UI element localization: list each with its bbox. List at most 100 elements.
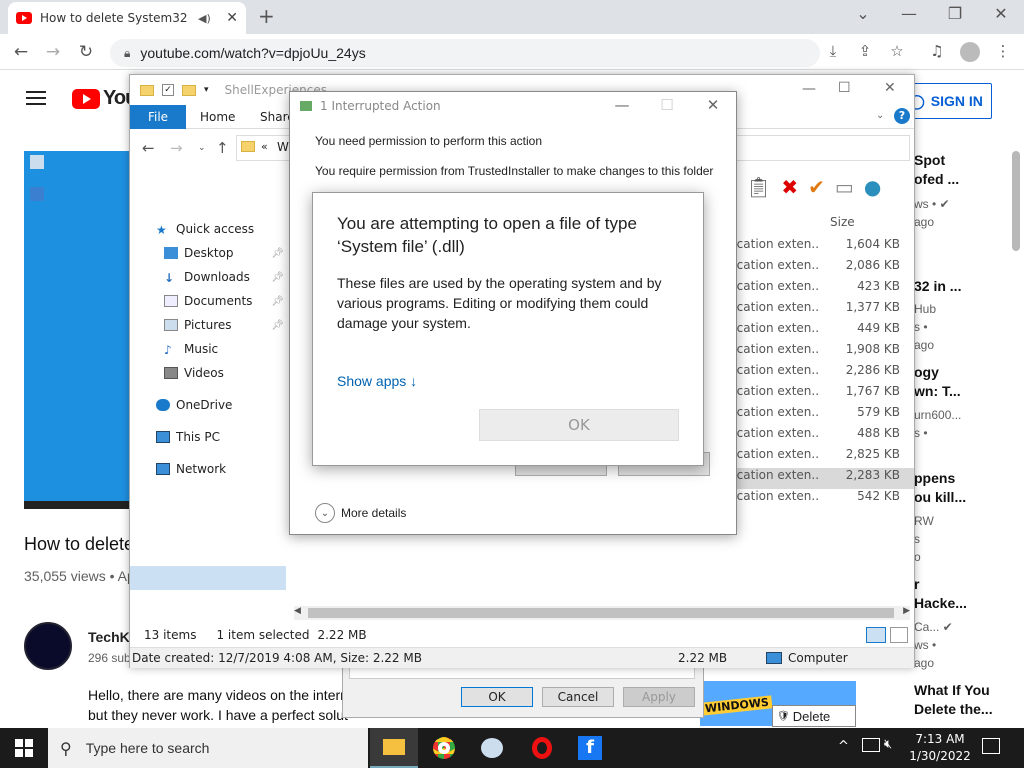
related-video-title[interactable]: What If You Delete the...	[914, 681, 993, 719]
related-video-title[interactable]: ppens ou kill...	[914, 469, 966, 507]
forward-arrow-icon[interactable]: →	[42, 42, 64, 62]
rename-icon[interactable]: ▭	[835, 175, 854, 199]
file-row[interactable]: lication exten... 488 KB	[730, 426, 914, 447]
properties-cancel-button[interactable]: Cancel	[542, 687, 614, 707]
interrupted-close-button[interactable]: ✕	[693, 96, 733, 114]
file-row[interactable]: lication exten... 1,767 KB	[730, 384, 914, 405]
hamburger-menu-icon[interactable]	[26, 91, 46, 105]
new-folder-icon[interactable]	[182, 84, 196, 96]
show-apps-link[interactable]: Show apps ↓	[337, 373, 417, 389]
explorer-minimize-button[interactable]: —	[802, 81, 816, 97]
explorer-maximize-button[interactable]: ☐	[838, 80, 851, 96]
more-details-toggle[interactable]: ⌄ More details	[315, 503, 406, 523]
file-row[interactable]: lication exten... 579 KB	[730, 405, 914, 426]
browser-tab[interactable]: How to delete System32 on ◀) ✕	[8, 2, 246, 34]
quick-access-dropdown-icon[interactable]: ▾	[204, 85, 209, 95]
related-video-title[interactable]: Spot ofed ...	[914, 151, 959, 189]
nav-item-videos[interactable]: Videos	[164, 366, 224, 380]
network-tray-icon[interactable]	[862, 738, 880, 752]
file-row[interactable]: lication exten... 449 KB	[730, 321, 914, 342]
facebook-taskbar-icon[interactable]: f	[566, 728, 614, 768]
explorer-forward-icon[interactable]: →	[170, 139, 183, 157]
video-player[interactable]	[24, 151, 134, 509]
up-arrow-icon[interactable]: ↑	[216, 139, 229, 157]
delete-context-item[interactable]: 🛡︎ Delete	[772, 705, 856, 727]
interrupted-maximize-button[interactable]: ☐	[647, 96, 687, 114]
file-row[interactable]: lication exten... 1,377 KB	[730, 300, 914, 321]
properties-ok-button[interactable]: OK	[461, 687, 533, 707]
media-control-icon[interactable]: ♫	[926, 42, 948, 60]
page-scrollbar[interactable]	[1012, 151, 1020, 251]
breadcrumb-overflow-icon[interactable]: «	[261, 140, 268, 153]
restore-button[interactable]: ❐	[932, 4, 978, 23]
share-icon[interactable]: ⇪	[854, 42, 876, 60]
properties-apply-button[interactable]: Apply	[623, 687, 695, 707]
clock[interactable]: 7:13 AM 1/30/2022	[900, 731, 980, 765]
youtube-logo-icon[interactable]	[72, 89, 100, 109]
volume-muted-icon[interactable]: 🔇︎	[884, 737, 892, 752]
bookmark-star-icon[interactable]: ☆	[886, 42, 908, 60]
scroll-thumb[interactable]	[308, 608, 894, 618]
paint-taskbar-icon[interactable]	[468, 728, 516, 768]
nav-item-pictures[interactable]: Pictures 📌︎	[164, 318, 284, 332]
channel-avatar[interactable]	[24, 622, 72, 670]
notification-icon[interactable]	[982, 738, 1000, 754]
reload-icon[interactable]: ↻	[75, 42, 97, 62]
clipboard-icon[interactable]: 📋︎	[746, 175, 771, 199]
file-row[interactable]: lication exten... 423 KB	[730, 279, 914, 300]
minimize-button[interactable]: —	[886, 4, 932, 23]
new-tab-button[interactable]: +	[258, 4, 275, 28]
tray-overflow-icon[interactable]: ^	[838, 739, 849, 754]
delete-x-icon[interactable]: ✖	[781, 175, 798, 199]
horizontal-scrollbar[interactable]: ◀ ▶	[294, 606, 910, 620]
nav-item-desktop[interactable]: Desktop 📌︎	[164, 246, 284, 260]
ribbon-expand-icon[interactable]: ⌄	[876, 110, 884, 121]
properties-check-icon[interactable]: ✓	[162, 84, 174, 96]
install-icon[interactable]: ⤓	[822, 42, 844, 60]
help-icon[interactable]: ?	[894, 108, 910, 124]
start-button[interactable]	[0, 728, 48, 768]
taskbar-search[interactable]: ⚲ Type here to search	[48, 728, 368, 768]
close-window-button[interactable]: ✕	[978, 4, 1024, 23]
file-row[interactable]: lication exten... 2,086 KB	[730, 258, 914, 279]
checkmark-icon[interactable]: ✔	[808, 175, 825, 199]
file-row[interactable]: lication exten... 1,908 KB	[730, 342, 914, 363]
file-row[interactable]: lication exten... 1,604 KB	[730, 237, 914, 258]
nav-item-downloads[interactable]: ↓ Downloads 📌︎	[164, 270, 284, 285]
channel-name[interactable]: TechKi	[88, 629, 134, 645]
nav-item-music[interactable]: ♪ Music	[164, 342, 218, 357]
details-view-icon[interactable]	[866, 627, 886, 643]
file-row[interactable]: lication exten... 2,283 KB	[730, 468, 914, 489]
scroll-right-icon[interactable]: ▶	[903, 606, 910, 616]
menu-kebab-icon[interactable]: ⋮	[992, 42, 1014, 60]
nav-item-onedrive[interactable]: OneDrive	[156, 398, 232, 412]
back-arrow-icon[interactable]: ←	[10, 42, 32, 62]
nav-item-this-pc[interactable]: This PC	[156, 430, 220, 444]
tab-search-icon[interactable]: ⌄	[840, 4, 886, 23]
explorer-back-icon[interactable]: ←	[142, 139, 155, 157]
scroll-left-icon[interactable]: ◀	[294, 606, 301, 616]
tab-close-icon[interactable]: ✕	[226, 10, 238, 26]
open-with-ok-button[interactable]: OK	[479, 409, 679, 441]
recent-locations-icon[interactable]: ⌄	[198, 143, 206, 153]
ribbon-tab-file[interactable]: File	[130, 105, 186, 129]
globe-icon[interactable]: ●	[864, 175, 881, 199]
column-header-size[interactable]: Size	[820, 213, 914, 233]
nav-item-documents[interactable]: Documents 📌︎	[164, 294, 284, 308]
interrupted-minimize-button[interactable]: —	[602, 96, 642, 114]
file-row[interactable]: lication exten... 542 KB	[730, 489, 914, 510]
file-row[interactable]: lication exten... 2,286 KB	[730, 363, 914, 384]
large-icons-view-icon[interactable]	[890, 627, 908, 643]
explorer-close-button[interactable]: ✕	[884, 80, 896, 96]
file-row[interactable]: lication exten... 2,825 KB	[730, 447, 914, 468]
related-video-title[interactable]: 32 in ...	[914, 277, 961, 296]
file-explorer-taskbar-icon[interactable]	[370, 728, 418, 768]
related-video-title[interactable]: r Hacke...	[914, 575, 967, 613]
address-bar[interactable]: 🔒︎ youtube.com/watch?v=dpjoUu_24ys	[110, 39, 820, 67]
profile-avatar-icon[interactable]	[960, 42, 980, 62]
nav-item-quick-access[interactable]: ★ Quick access	[156, 222, 254, 237]
ribbon-tab-home[interactable]: Home	[200, 110, 235, 124]
related-video-title[interactable]: ogy wn: T...	[914, 363, 961, 401]
opera-taskbar-icon[interactable]	[518, 728, 566, 768]
nav-item-network[interactable]: Network	[156, 462, 226, 476]
